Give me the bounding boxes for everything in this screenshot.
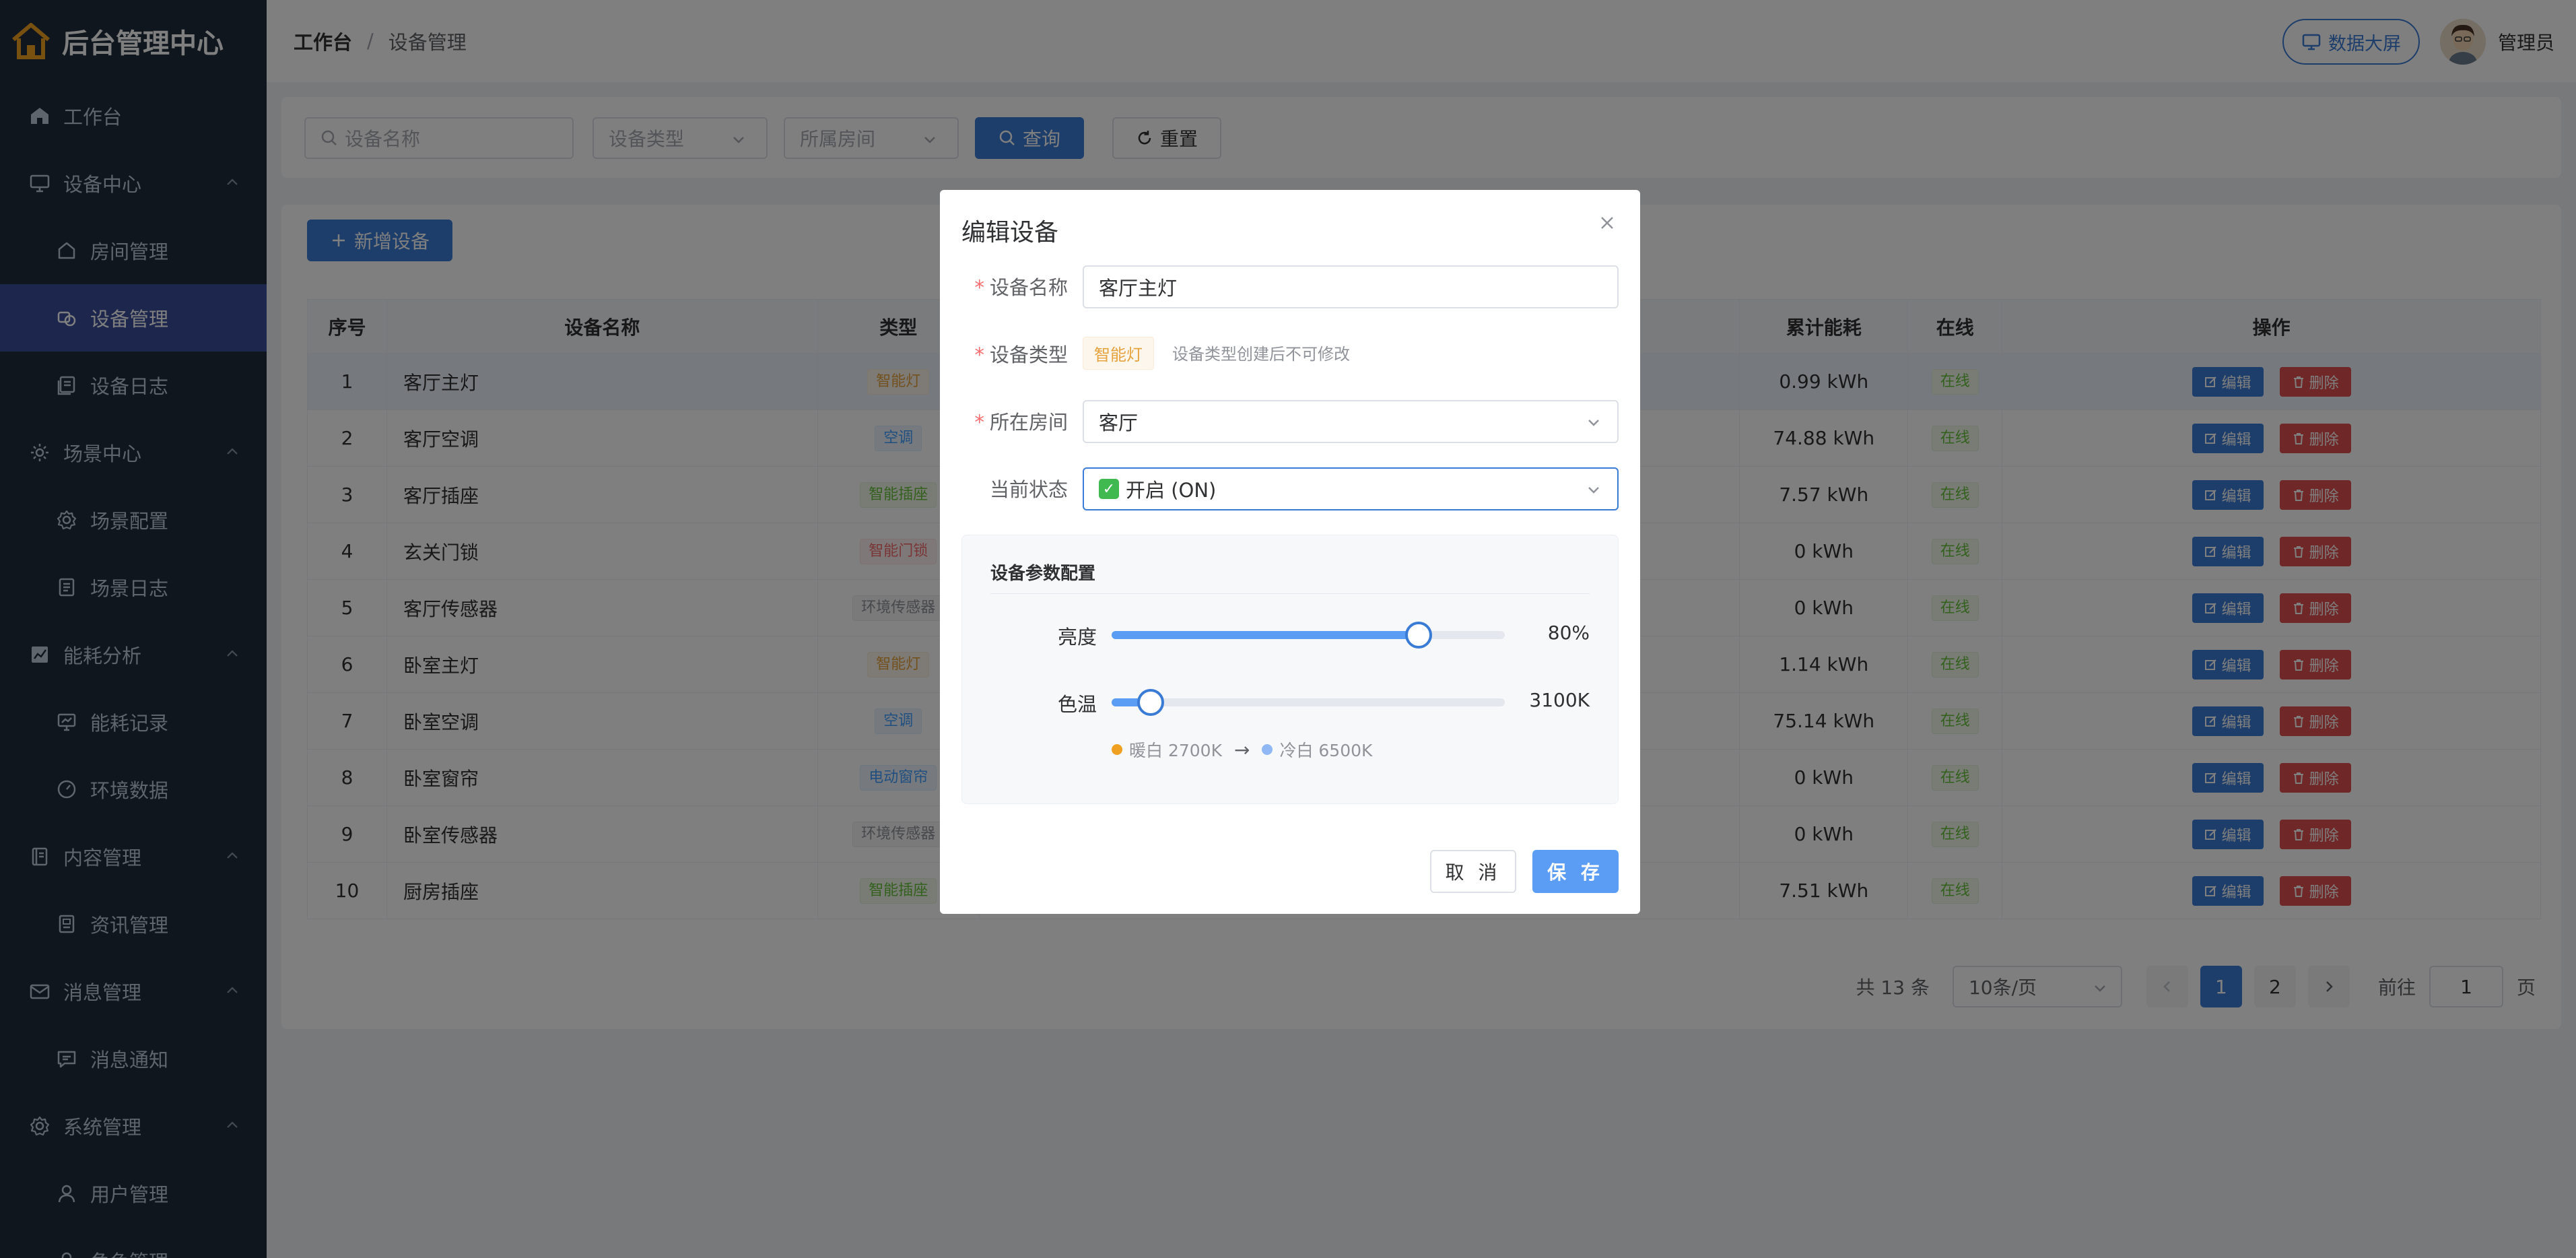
- cool-dot-icon: [1262, 744, 1273, 755]
- room-select[interactable]: 客厅: [1083, 400, 1619, 443]
- brightness-value: 80%: [1547, 622, 1590, 644]
- check-icon: ✓: [1099, 479, 1119, 499]
- device-type-label-text: 设备类型: [989, 343, 1068, 366]
- brightness-slider[interactable]: [1112, 622, 1505, 649]
- color-temp-value: 3100K: [1529, 689, 1590, 711]
- cancel-button[interactable]: 取 消: [1430, 850, 1516, 893]
- brightness-label: 亮度: [1057, 626, 1097, 649]
- room-label: * 所在房间: [940, 407, 1068, 435]
- color-temp-legend: 暖白 2700K → 冷白 6500K: [1112, 737, 1372, 762]
- params-panel: 设备参数配置 亮度 80% 色温 3100K 暖白 2700K → 冷白 650…: [961, 535, 1619, 804]
- device-type-tag: 智能灯: [1083, 337, 1154, 370]
- device-name-label: * 设备名称: [940, 272, 1068, 300]
- edit-device-dialog: 编辑设备 * 设备名称 客厅主灯 * 设备类型 智能灯 设备类型创建后不可修改 * 所…: [940, 190, 1640, 914]
- close-icon[interactable]: [1597, 213, 1617, 233]
- device-name-label-text: 设备名称: [989, 276, 1068, 299]
- state-select[interactable]: ✓ 开启 (ON): [1083, 467, 1619, 510]
- room-value: 客厅: [1099, 411, 1139, 434]
- warm-dot-icon: [1112, 744, 1122, 755]
- brightness-handle[interactable]: [1404, 622, 1432, 649]
- color-temp-handle[interactable]: [1137, 689, 1165, 716]
- state-value: 开启 (ON): [1126, 479, 1217, 502]
- color-temp-label: 色温: [1057, 693, 1097, 716]
- device-type-tip: 设备类型创建后不可修改: [1172, 345, 1350, 364]
- warm-label: 暖白 2700K: [1129, 741, 1222, 760]
- dialog-title: 编辑设备: [961, 219, 1059, 246]
- device-type-label: * 设备类型: [940, 339, 1068, 368]
- device-name-field[interactable]: 客厅主灯: [1083, 265, 1619, 308]
- save-button[interactable]: 保 存: [1532, 850, 1619, 893]
- brightness-fill: [1112, 631, 1419, 639]
- cool-label: 冷白 6500K: [1279, 741, 1373, 760]
- color-temp-slider[interactable]: [1112, 689, 1505, 716]
- state-label: 当前状态: [989, 478, 1068, 501]
- required-mark: *: [974, 411, 984, 434]
- params-divider: [990, 593, 1590, 594]
- required-mark: *: [974, 343, 984, 366]
- params-title: 设备参数配置: [990, 564, 1096, 584]
- required-mark: *: [974, 276, 984, 299]
- chevron-down-icon: [1588, 487, 1599, 494]
- arrow-icon: →: [1233, 738, 1250, 761]
- room-label-text: 所在房间: [989, 411, 1068, 434]
- chevron-down-icon: [1588, 420, 1599, 426]
- device-name-value: 客厅主灯: [1099, 277, 1178, 300]
